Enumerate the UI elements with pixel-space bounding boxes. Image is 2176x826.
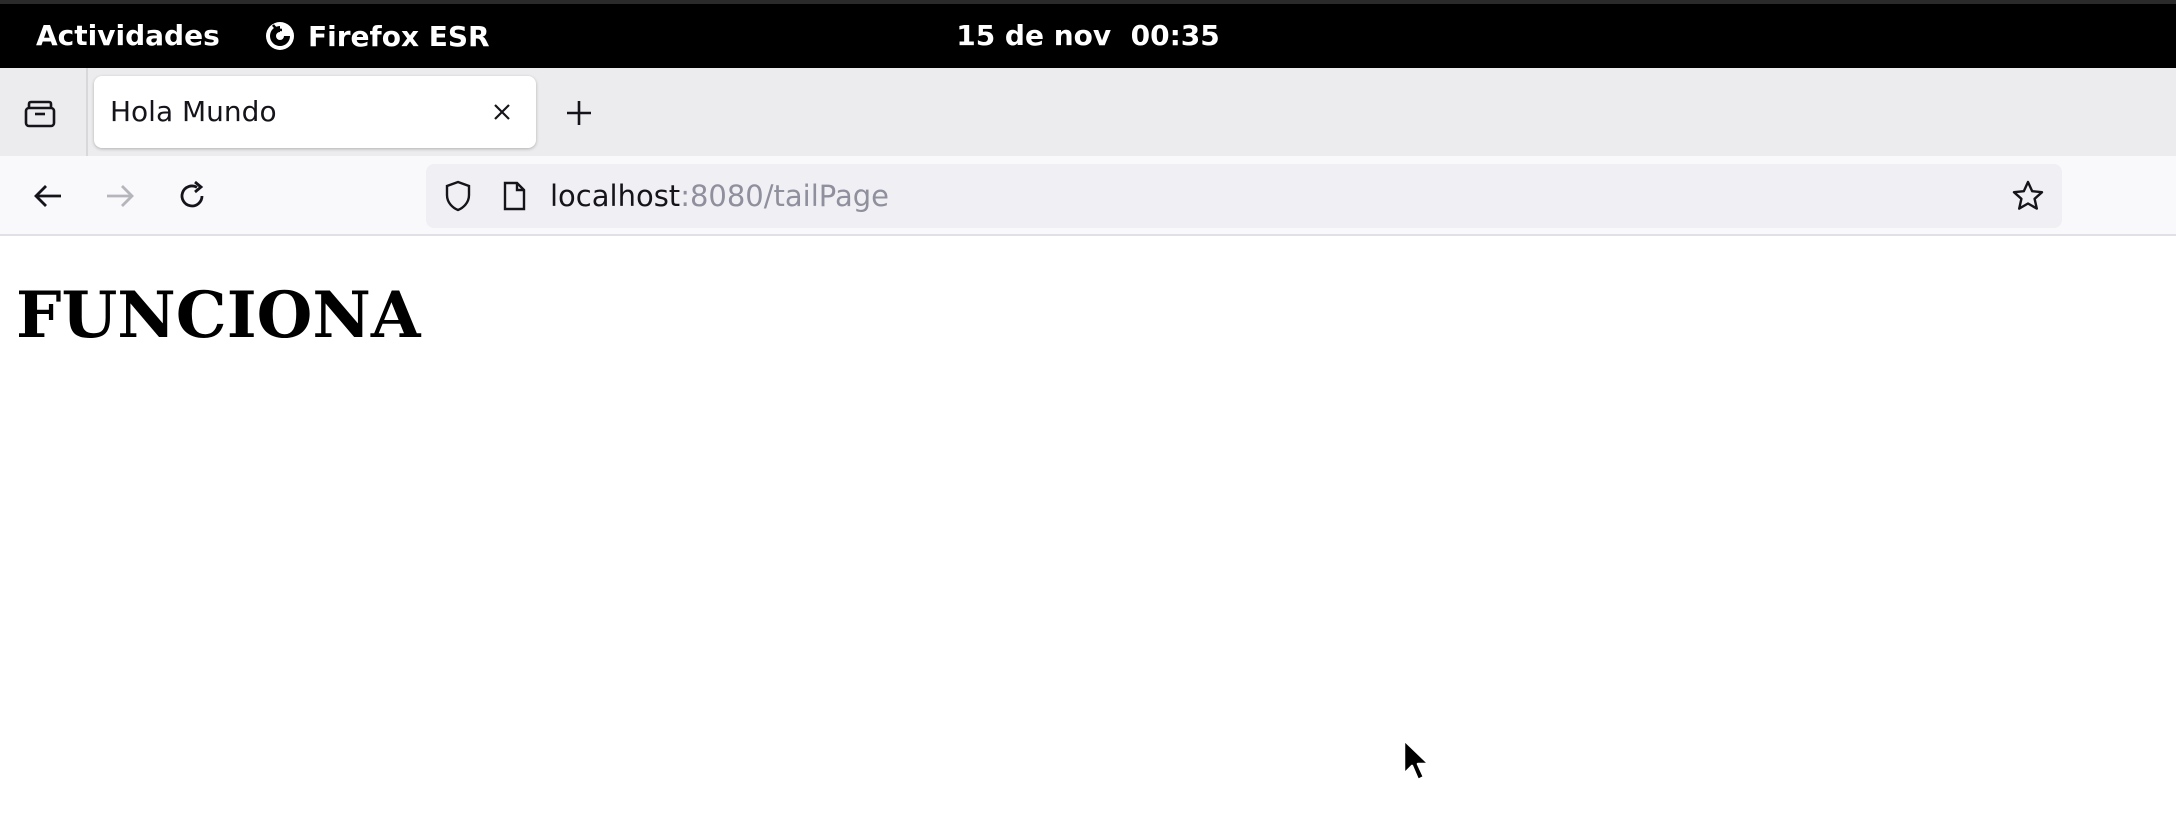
new-tab-button[interactable] (558, 92, 600, 134)
url-path: :8080/tailPage (680, 179, 889, 213)
reload-button[interactable] (168, 172, 216, 220)
mouse-cursor-icon (1402, 738, 1431, 782)
bookmark-button[interactable] (2008, 176, 2048, 216)
url-text[interactable]: localhost:8080/tailPage (550, 164, 889, 228)
system-top-bar: Actividades Firefox ESR 15 de nov 00:35 (0, 0, 2176, 68)
page-heading: FUNCIONA (16, 278, 421, 353)
shield-icon (445, 180, 471, 212)
firefox-view-button[interactable] (20, 94, 60, 134)
close-icon (494, 104, 510, 120)
back-button[interactable] (24, 172, 72, 220)
forward-button[interactable] (96, 172, 144, 220)
arrow-left-icon (34, 185, 61, 207)
clock[interactable]: 15 de nov 00:35 (0, 4, 2176, 68)
tab-title: Hola Mundo (110, 95, 277, 128)
page-icon (503, 181, 526, 211)
url-bar[interactable]: localhost:8080/tailPage (426, 164, 2062, 228)
plus-icon (567, 101, 591, 125)
site-info-button[interactable] (496, 178, 532, 214)
tracking-protection-button[interactable] (440, 178, 476, 214)
tab-hola-mundo[interactable]: Hola Mundo (94, 76, 536, 148)
url-host: localhost (550, 179, 681, 213)
page-content: FUNCIONA (0, 238, 2176, 826)
navigation-toolbar: localhost:8080/tailPage (0, 156, 2176, 236)
tab-close-button[interactable] (484, 94, 520, 130)
reload-icon (180, 180, 204, 208)
arrow-right-icon (107, 185, 134, 207)
firefox-view-icon (24, 100, 56, 128)
star-icon (2012, 180, 2044, 210)
tab-strip: Hola Mundo (0, 68, 2176, 156)
tabstrip-separator (86, 68, 88, 156)
